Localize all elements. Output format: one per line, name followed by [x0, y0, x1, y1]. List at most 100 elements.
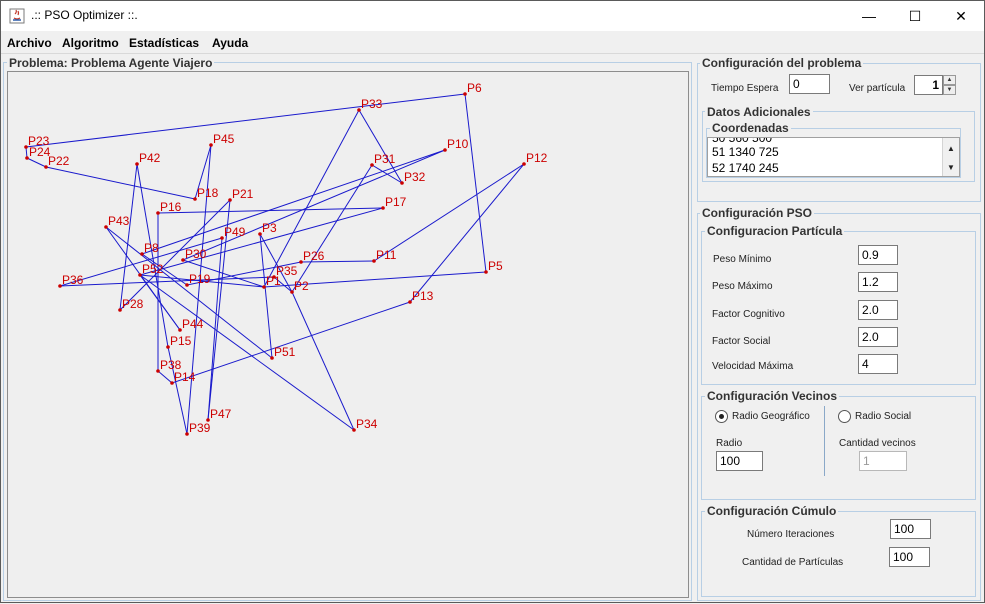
factor-cognitivo-input[interactable]: 2.0: [858, 300, 898, 320]
city-label: P52: [142, 262, 164, 276]
close-icon: ✕: [955, 7, 967, 24]
city-label: P35: [276, 264, 298, 278]
velocidad-maxima-label: Velocidad Máxima: [712, 361, 794, 372]
scroll-down-icon[interactable]: ▼: [943, 159, 959, 175]
config-vecinos-title: Configuración Vecinos: [705, 389, 840, 403]
city-label: P12: [526, 151, 548, 165]
ver-particula-label: Ver partícula: [849, 83, 906, 94]
config-cumulo-panel: [701, 511, 976, 597]
city-label: P5: [488, 259, 503, 273]
minimize-button[interactable]: —: [846, 1, 892, 31]
route-graph: P1 P2P3P5P6P8P10P11P12P13P14P15P17P19P21P…: [24, 81, 548, 436]
route-edge: [26, 157, 47, 168]
radio-label: Radio: [716, 438, 743, 449]
route-edge: [157, 207, 384, 214]
config-particula-title: Configuracion Partícula: [705, 224, 845, 238]
city-label: P43: [108, 214, 130, 228]
radio-geografico-label: Radio Geográfico: [732, 411, 810, 422]
velocidad-maxima-input[interactable]: 4: [858, 354, 898, 374]
city-label: P45: [213, 132, 235, 146]
route-edge: [171, 301, 411, 384]
city-label: P47: [210, 407, 232, 421]
peso-maximo-label: Peso Máximo: [712, 281, 773, 292]
menu-algoritmo[interactable]: Algoritmo: [62, 36, 119, 50]
coordenadas-scrollbar[interactable]: ▲ ▼: [942, 138, 959, 176]
coordenadas-title: Coordenadas: [710, 121, 791, 135]
ver-particula-spinner[interactable]: 1: [914, 75, 943, 95]
peso-maximo-input[interactable]: 1.2: [858, 272, 898, 292]
radio-social-label: Radio Social: [855, 411, 912, 422]
peso-minimo-label: Peso Mínimo: [713, 254, 772, 265]
route-edge: [139, 274, 355, 431]
numero-iteraciones-input[interactable]: 100: [890, 519, 931, 539]
app-window: .:: PSO Optimizer ::. — ☐ ✕ Archivo Algo…: [0, 0, 985, 603]
cantidad-vecinos-input[interactable]: 1: [859, 451, 907, 471]
city-label: P38: [160, 358, 182, 372]
route-edge: [119, 163, 138, 311]
city-label: P17: [385, 195, 407, 209]
city-label: P19: [189, 272, 211, 286]
cantidad-particulas-input[interactable]: 100: [889, 547, 930, 567]
city-label: P42: [139, 151, 161, 165]
spinner-down-icon[interactable]: ▼: [943, 85, 956, 95]
radio-geografico-option[interactable]: [715, 410, 728, 423]
title-bar: .:: PSO Optimizer ::. — ☐ ✕: [1, 1, 984, 31]
city-label: P18: [197, 186, 219, 200]
route-edge: [139, 207, 384, 276]
config-problema-title: Configuración del problema: [700, 56, 864, 70]
route-edge: [373, 163, 525, 262]
route-edge: [464, 93, 487, 273]
coordenadas-textarea[interactable]: 50 560 500 51 1340 725 52 1740 245 ▲ ▼: [707, 137, 960, 177]
java-app-icon: [9, 8, 25, 24]
scroll-up-icon[interactable]: ▲: [943, 140, 959, 156]
peso-minimo-input[interactable]: 0.9: [858, 245, 898, 265]
radio-social-option[interactable]: [838, 410, 851, 423]
city-label: P15: [170, 334, 192, 348]
close-button[interactable]: ✕: [938, 1, 984, 31]
route-edge: [157, 370, 173, 384]
city-label: P22: [48, 154, 70, 168]
city-label: P8: [144, 241, 159, 255]
tiempo-espera-input[interactable]: 0: [789, 74, 830, 94]
city-label: P3: [262, 221, 277, 235]
numero-iteraciones-label: Número Iteraciones: [747, 529, 835, 540]
radio-input[interactable]: 100: [716, 451, 763, 471]
factor-social-label: Factor Social: [712, 336, 771, 347]
route-edge: [25, 93, 466, 148]
spinner-up-icon[interactable]: ▲: [943, 75, 956, 85]
city-label: P49: [224, 225, 246, 239]
factor-social-input[interactable]: 2.0: [858, 327, 898, 347]
city-label: P11: [376, 248, 397, 262]
window-title: .:: PSO Optimizer ::.: [31, 8, 138, 22]
city-label: P39: [189, 421, 211, 435]
city-label: P10: [447, 137, 469, 151]
city-label: P36: [62, 273, 84, 287]
config-pso-title: Configuración PSO: [700, 206, 815, 220]
city-label: P14: [174, 370, 196, 384]
route-edge: [45, 166, 196, 200]
coord-line: 51 1340 725: [712, 145, 779, 159]
city-label: P33: [361, 97, 383, 111]
city-label: P24: [29, 145, 51, 159]
city-label: P26: [303, 249, 325, 263]
route-edge: [139, 274, 181, 331]
route-edge: [409, 163, 525, 303]
maximize-button[interactable]: ☐: [892, 1, 938, 31]
factor-cognitivo-label: Factor Cognitivo: [712, 309, 785, 320]
route-edge: [291, 164, 373, 293]
minimize-icon: —: [862, 8, 876, 24]
city-label: P30: [185, 247, 207, 261]
problem-panel-title: Problema: Problema Agente Viajero: [7, 56, 215, 70]
city-label: P21: [232, 187, 254, 201]
tiempo-espera-label: Tiempo Espera: [711, 83, 779, 94]
city-label: P16: [160, 200, 182, 214]
datos-adicionales-title: Datos Adicionales: [705, 105, 813, 119]
coord-line: 52 1740 245: [712, 161, 779, 175]
city-label: P32: [404, 170, 426, 184]
menu-estadisticas[interactable]: Estadísticas: [129, 36, 199, 50]
menu-ayuda[interactable]: Ayuda: [212, 36, 248, 50]
city-label: P2: [294, 279, 309, 293]
cantidad-particulas-label: Cantidad de Partículas: [742, 557, 844, 568]
vecinos-divider: [824, 406, 825, 476]
menu-archivo[interactable]: Archivo: [7, 36, 52, 50]
